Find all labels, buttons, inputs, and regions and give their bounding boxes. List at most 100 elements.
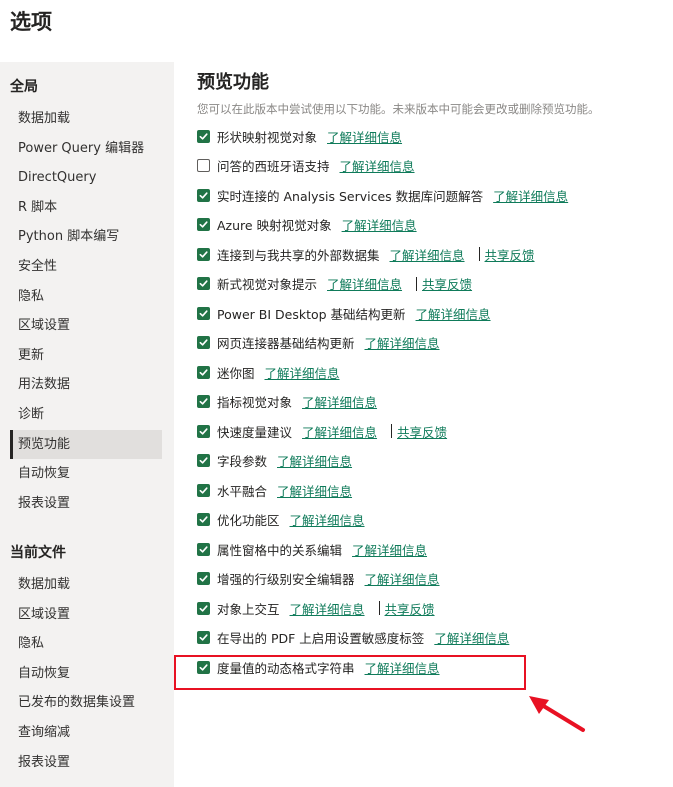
sidebar-item-global-12[interactable]: 自动恢复 [10,459,162,488]
feature-checkbox[interactable] [197,513,210,526]
feature-checkbox[interactable] [197,218,210,231]
sidebar-item-global-9[interactable]: 用法数据 [10,370,162,399]
sidebar-item-current-4[interactable]: 已发布的数据集设置 [10,688,162,717]
sidebar-item-global-3[interactable]: R 脚本 [10,193,162,222]
sidebar-item-global-4[interactable]: Python 脚本编写 [10,222,162,251]
feature-checkbox[interactable] [197,277,210,290]
learn-more-link[interactable]: 了解详细信息 [342,215,417,234]
feature-checkbox[interactable] [197,247,210,261]
feature-label: 指标视觉对象 [217,395,293,410]
learn-more-link[interactable]: 了解详细信息 [327,274,402,293]
sidebar-item-current-1[interactable]: 区域设置 [10,600,162,629]
feature-label: 属性窗格中的关系编辑 [217,542,343,558]
feature-label: 快速度量建议 [217,424,293,440]
feature-label: 问答的西班牙语支持 [217,159,330,174]
feature-row: 属性窗格中的关系编辑 了解详细信息 [197,539,427,559]
learn-more-link[interactable]: 了解详细信息 [302,422,377,441]
feature-row: 指标视觉对象 了解详细信息 [197,392,377,412]
sidebar-item-global-5[interactable]: 安全性 [10,252,162,281]
learn-more-link[interactable]: 了解详细信息 [390,245,465,264]
sidebar-item-current-2[interactable]: 隐私 [10,629,162,658]
feature-row: 优化功能区 了解详细信息 [197,510,365,530]
learn-more-link[interactable]: 了解详细信息 [340,156,415,175]
feature-checkbox[interactable] [197,306,210,320]
sidebar-item-global-7[interactable]: 区域设置 [10,311,162,340]
share-feedback-link[interactable]: 共享反馈 [385,599,435,618]
learn-more-link[interactable]: 了解详细信息 [277,451,352,470]
learn-more-link[interactable]: 了解详细信息 [434,628,509,647]
sidebar-section-global: 全局 [10,79,38,95]
learn-more-link[interactable]: 了解详细信息 [365,333,440,352]
feature-checkbox[interactable] [197,601,210,615]
feature-row: 形状映射视觉对象 了解详细信息 [197,126,402,146]
link-separator [391,424,393,438]
red-arrow-icon [529,696,585,732]
feature-row: 迷你图 了解详细信息 [197,362,340,382]
feature-checkbox[interactable] [197,542,210,556]
feature-label: 对象上交互 [217,601,280,617]
sidebar-item-current-6[interactable]: 报表设置 [10,748,162,777]
learn-more-link[interactable]: 了解详细信息 [265,363,340,382]
learn-more-link[interactable]: 了解详细信息 [290,510,365,529]
feature-row: 实时连接的 Analysis Services 数据库问题解答 了解详细信息 [197,185,568,205]
learn-more-link[interactable]: 了解详细信息 [277,481,352,500]
feature-row: 快速度量建议 了解详细信息 共享反馈 [197,421,447,441]
learn-more-link[interactable]: 了解详细信息 [352,540,427,559]
sidebar-item-global-1[interactable]: Power Query 编辑器 [10,134,162,163]
feature-row: 在导出的 PDF 上启用设置敏感度标签 了解详细信息 [197,628,509,648]
feature-checkbox[interactable] [197,631,210,644]
feature-checkbox[interactable] [197,129,210,143]
feature-label: 优化功能区 [217,513,280,528]
sidebar-item-global-13[interactable]: 报表设置 [10,489,162,518]
sidebar-item-current-5[interactable]: 查询缩减 [10,718,162,747]
feature-checkbox[interactable] [197,159,210,172]
feature-label: 网页连接器基础结构更新 [217,336,355,351]
feature-checkbox[interactable] [197,572,210,585]
learn-more-link[interactable]: 了解详细信息 [416,304,491,323]
feature-label: 连接到与我共享的外部数据集 [217,247,380,263]
link-separator [378,601,380,615]
sidebar-item-global-8[interactable]: 更新 [10,341,162,370]
feature-row: 新式视觉对象提示 了解详细信息 共享反馈 [197,274,472,294]
sidebar-item-current-0[interactable]: 数据加载 [10,570,162,599]
feature-row: 水平融合 了解详细信息 [197,480,352,500]
share-feedback-link[interactable]: 共享反馈 [397,422,447,441]
learn-more-link[interactable]: 了解详细信息 [290,599,365,618]
sidebar-item-current-3[interactable]: 自动恢复 [10,659,162,688]
sidebar-item-global-6[interactable]: 隐私 [10,282,162,311]
share-feedback-link[interactable]: 共享反馈 [422,274,472,293]
sidebar-section-current-file: 当前文件 [10,545,66,561]
feature-label: 字段参数 [217,454,268,469]
feature-row: 字段参数 了解详细信息 [197,451,352,471]
feature-row: 连接到与我共享的外部数据集 了解详细信息 共享反馈 [197,244,535,264]
feature-checkbox[interactable] [197,188,210,202]
highlight-annotation-box [174,655,526,690]
share-feedback-link[interactable]: 共享反馈 [485,245,535,264]
feature-row: 网页连接器基础结构更新 了解详细信息 [197,333,440,353]
feature-label: 水平融合 [217,483,268,499]
link-separator [416,276,418,291]
feature-checkbox[interactable] [197,395,210,408]
feature-label: 实时连接的 Analysis Services 数据库问题解答 [217,188,484,204]
feature-checkbox[interactable] [197,424,210,438]
feature-label: 增强的行级别安全编辑器 [217,572,355,587]
sidebar-item-global-11[interactable]: 预览功能 [10,429,162,459]
feature-label: Azure 映射视觉对象 [217,218,332,233]
feature-label: 在导出的 PDF 上启用设置敏感度标签 [217,631,425,646]
learn-more-link[interactable]: 了解详细信息 [302,392,377,411]
sidebar-item-global-0[interactable]: 数据加载 [10,104,162,133]
feature-label: 迷你图 [217,365,255,381]
feature-row: Azure 映射视觉对象 了解详细信息 [197,215,417,235]
learn-more-link[interactable]: 了解详细信息 [327,127,402,146]
learn-more-link[interactable]: 了解详细信息 [365,569,440,588]
sidebar-item-global-10[interactable]: 诊断 [10,400,162,429]
learn-more-link[interactable]: 了解详细信息 [493,186,568,205]
link-separator [478,247,480,261]
feature-row: 问答的西班牙语支持 了解详细信息 [197,156,415,176]
feature-checkbox[interactable] [197,454,210,467]
sidebar-item-global-2[interactable]: DirectQuery [10,163,162,192]
feature-checkbox[interactable] [197,336,210,349]
feature-row: 增强的行级别安全编辑器 了解详细信息 [197,569,440,589]
feature-checkbox[interactable] [197,365,210,379]
feature-checkbox[interactable] [197,483,210,497]
